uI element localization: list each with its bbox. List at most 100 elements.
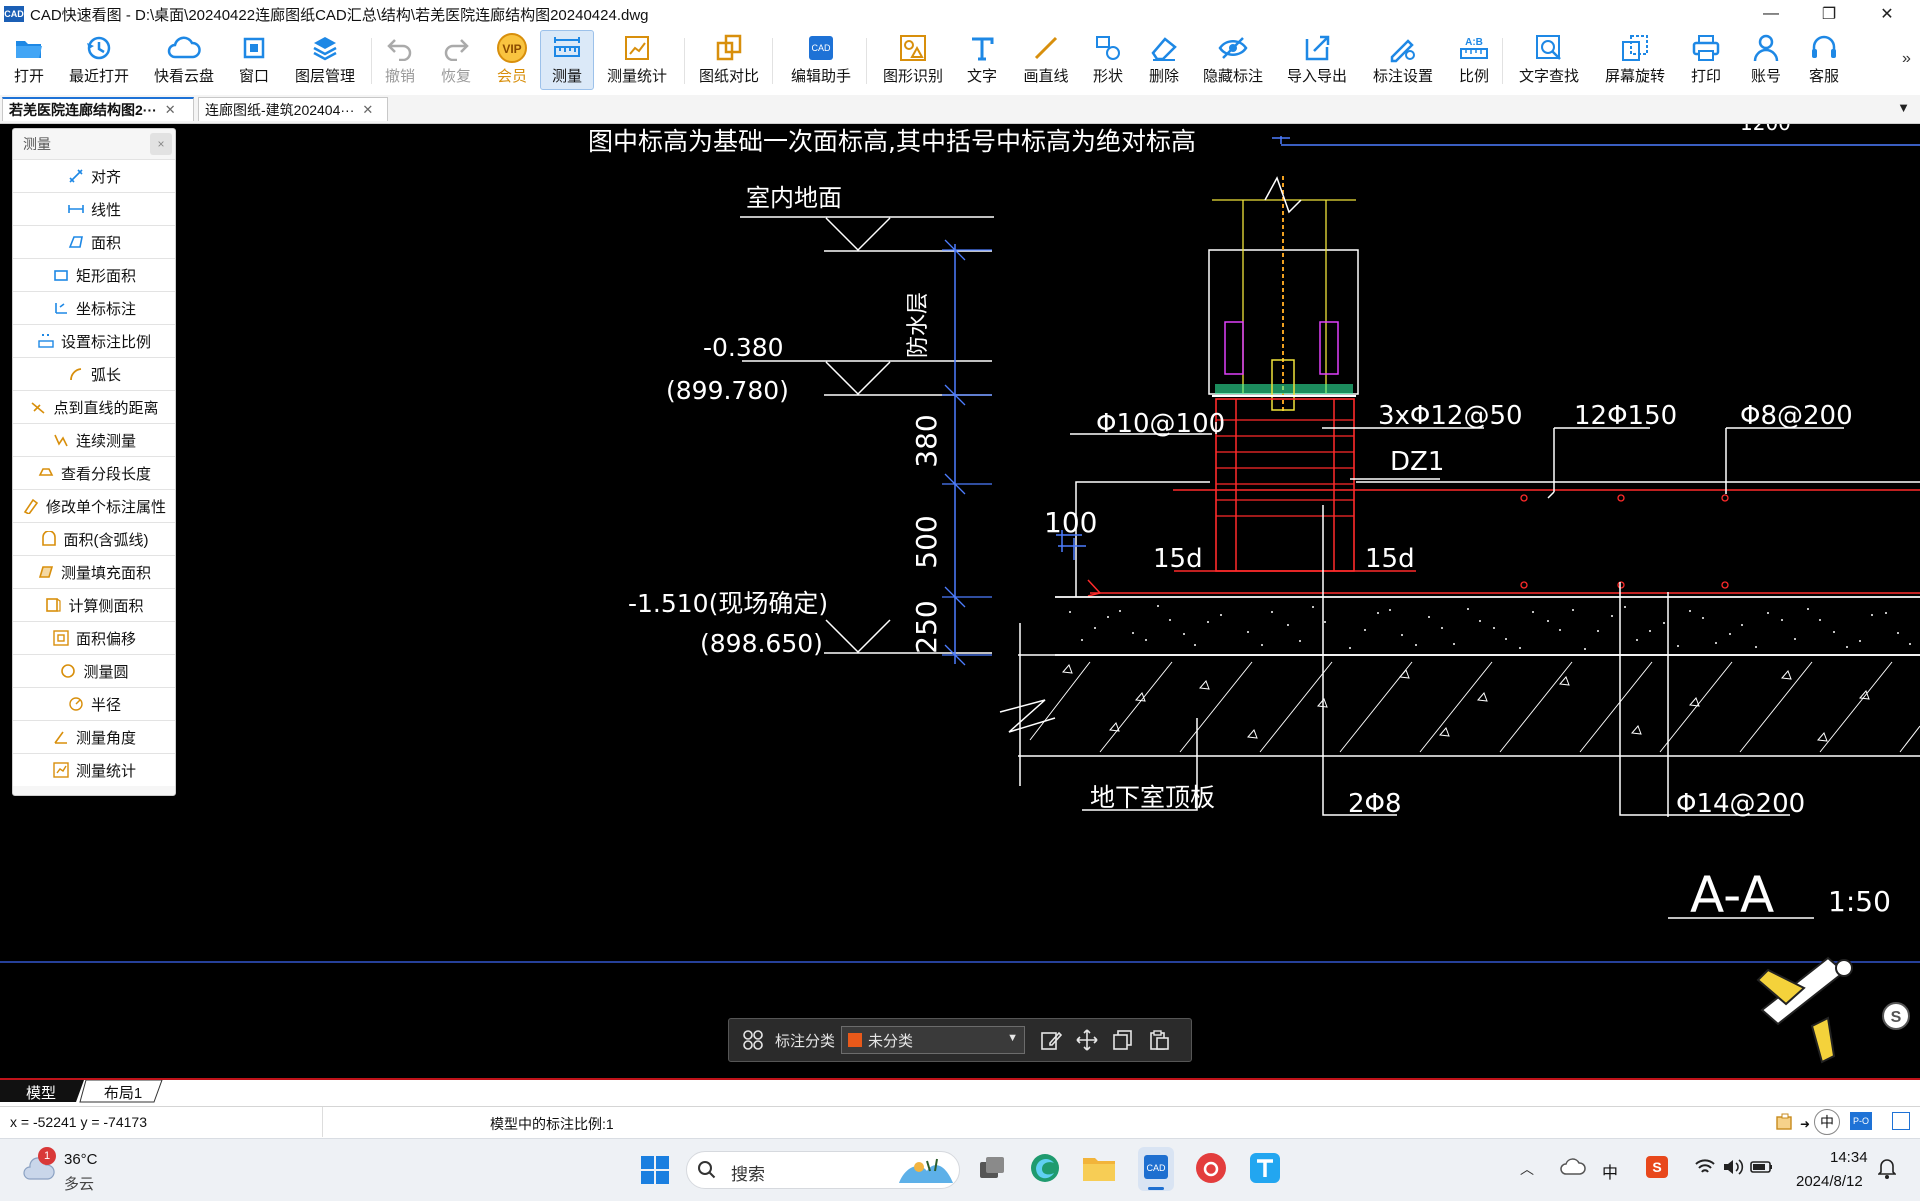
move-icon[interactable] <box>1069 1022 1105 1058</box>
toolbar-overflow-button[interactable]: » <box>1902 50 1911 68</box>
continuous-measure-item[interactable]: 连续测量 <box>13 423 175 456</box>
service-button[interactable]: 客服 <box>1806 31 1842 89</box>
edge-browser-icon[interactable] <box>1028 1151 1062 1185</box>
window-icon <box>241 31 267 65</box>
set-dim-scale-item[interactable]: 设置标注比例 <box>13 324 175 357</box>
tab-structure-drawing[interactable]: 若羌医院连廊结构图2··· ✕ <box>2 97 194 121</box>
maximize-button[interactable]: ❐ <box>1806 0 1852 28</box>
text-button[interactable]: 文字 <box>964 31 1000 89</box>
shape-button[interactable]: 形状 <box>1090 31 1126 89</box>
tab-architecture-drawing[interactable]: 连廊图纸-建筑202404··· ✕ <box>198 97 388 121</box>
grid-apps-icon[interactable] <box>735 1022 771 1058</box>
tab-list-dropdown-icon[interactable]: ▼ <box>1897 100 1910 115</box>
layers-button[interactable]: 图层管理 <box>292 31 358 89</box>
tray-expand-icon[interactable]: ︿ <box>1520 1159 1534 1179</box>
compare-button[interactable]: 图纸对比 <box>698 31 760 89</box>
area-offset-item[interactable]: 面积偏移 <box>13 621 175 654</box>
measure-rect-area-item[interactable]: 矩形面积 <box>13 258 175 291</box>
shape-recog-button[interactable]: 图形识别 <box>882 31 944 89</box>
measure-linear-item[interactable]: 线性 <box>13 192 175 225</box>
delete-button[interactable]: 删除 <box>1146 31 1182 89</box>
line-button[interactable]: 画直线 <box>1022 31 1070 89</box>
area-with-arc-item[interactable]: 面积(含弧线) <box>13 522 175 555</box>
undo-icon <box>386 31 414 65</box>
measure-area-item[interactable]: 面积 <box>13 225 175 258</box>
drawing-canvas[interactable]: 图中标高为基础一次面标高,其中括号中标高为绝对标高 1200 室内地面 -0.3… <box>0 124 1920 1078</box>
battery-icon[interactable] <box>1750 1157 1774 1177</box>
cad-app-taskbar-button[interactable]: CAD <box>1138 1147 1174 1191</box>
plugin-s-icon[interactable]: S <box>1882 1002 1910 1030</box>
item-label: 面积(含弧线) <box>63 531 149 549</box>
item-label: 查看分段长度 <box>60 465 151 483</box>
file-explorer-icon[interactable] <box>1082 1153 1116 1183</box>
edit-doc-icon: CAD <box>806 31 836 65</box>
notification-bell-icon[interactable] <box>1877 1157 1897 1179</box>
measure-align-item[interactable]: 对齐 <box>13 159 175 192</box>
undo-button[interactable]: 撤销 <box>384 31 416 89</box>
hide-dim-button[interactable]: 隐藏标注 <box>1202 31 1264 89</box>
measure-coord-item[interactable]: 坐标标注 <box>13 291 175 324</box>
scale-button[interactable]: A:B 比例 <box>1456 31 1492 89</box>
edit-assist-button[interactable]: CAD 编辑助手 <box>790 31 852 89</box>
edit-note-icon[interactable] <box>1033 1022 1069 1058</box>
cloud-button[interactable]: 快看云盘 <box>150 31 218 89</box>
dim-settings-button[interactable]: 标注设置 <box>1372 31 1434 89</box>
airplane-mascot-icon[interactable] <box>1756 956 1853 1064</box>
paste-icon[interactable] <box>1141 1022 1177 1058</box>
measure-stats-button[interactable]: 测量统计 <box>606 31 668 89</box>
vip-button[interactable]: VIP 会员 <box>494 31 530 89</box>
search-icon <box>697 1160 717 1180</box>
layout-tab-bar: 模型 布局1 <box>0 1078 1920 1106</box>
compare-label: 图纸对比 <box>698 68 759 85</box>
fill-area-item[interactable]: 测量填充面积 <box>13 555 175 588</box>
measure-panel: 测量 × 对齐 线性 面积 矩形面积 坐标标注 设置标注比例 弧长 点到直线的距… <box>12 128 176 796</box>
ime-indicator[interactable]: 中 <box>1814 1109 1840 1135</box>
tab-close-icon[interactable]: ✕ <box>362 102 373 118</box>
music-app-icon[interactable] <box>1194 1151 1228 1185</box>
sogou-ime-icon[interactable]: S <box>1646 1156 1668 1178</box>
print-button[interactable]: 打印 <box>1688 31 1724 89</box>
import-export-button[interactable]: 导入导出 <box>1286 31 1348 89</box>
tab-model[interactable]: 模型 <box>2 1081 80 1103</box>
panel-close-button[interactable]: × <box>150 133 172 155</box>
minimize-button[interactable]: — <box>1748 0 1794 28</box>
wifi-icon[interactable] <box>1694 1157 1716 1177</box>
measure-circle-item[interactable]: 测量圆 <box>13 654 175 687</box>
pad-icon[interactable] <box>1774 1111 1796 1133</box>
shape-label: 形状 <box>1092 68 1123 85</box>
tray-ime[interactable]: 中 <box>1602 1159 1618 1183</box>
point-line-distance-item[interactable]: 点到直线的距离 <box>13 390 175 423</box>
side-area-item[interactable]: 计算侧面积 <box>13 588 175 621</box>
slab-hatch <box>1029 661 1920 753</box>
cad-mode-icon[interactable]: P-O <box>1850 1112 1872 1130</box>
measure-button[interactable]: 测量 <box>540 30 594 90</box>
redo-button[interactable]: 恢复 <box>440 31 472 89</box>
copy-icon[interactable] <box>1105 1022 1141 1058</box>
open-button[interactable]: 打开 <box>8 31 50 89</box>
volume-icon[interactable] <box>1722 1157 1744 1177</box>
edit-dim-attr-item[interactable]: 修改单个标注属性 <box>13 489 175 522</box>
panel-toggle-icon[interactable] <box>1892 1112 1910 1130</box>
recent-button[interactable]: 最近打开 <box>66 31 132 89</box>
category-select[interactable]: 未分类 ▼ <box>841 1026 1026 1054</box>
measure-arc-item[interactable]: 弧长 <box>13 357 175 390</box>
measure-angle-item[interactable]: 测量角度 <box>13 720 175 753</box>
account-button[interactable]: 账号 <box>1748 31 1784 89</box>
close-window-button[interactable]: ✕ <box>1864 0 1910 28</box>
window-menu-button[interactable]: 窗口 <box>236 31 272 89</box>
rotate-button[interactable]: 屏幕旋转 <box>1604 31 1666 89</box>
onedrive-icon[interactable] <box>1560 1157 1586 1177</box>
measure-stats-item[interactable]: 测量统计 <box>13 753 175 786</box>
vip-label: 会员 <box>496 68 527 85</box>
text-app-icon[interactable] <box>1248 1151 1282 1185</box>
task-view-icon[interactable] <box>976 1153 1008 1185</box>
search-placeholder: 搜索 <box>731 1165 765 1184</box>
tab-close-icon[interactable]: ✕ <box>165 102 176 118</box>
segment-length-item[interactable]: 查看分段长度 <box>13 456 175 489</box>
windows-start-icon[interactable] <box>640 1155 670 1185</box>
text-find-button[interactable]: 文字查找 <box>1518 31 1580 89</box>
taskbar-search-box[interactable]: 搜索 <box>686 1151 960 1189</box>
segment-icon <box>37 465 55 481</box>
measure-radius-item[interactable]: 半径 <box>13 687 175 720</box>
tab-layout1[interactable]: 布局1 <box>86 1081 160 1103</box>
